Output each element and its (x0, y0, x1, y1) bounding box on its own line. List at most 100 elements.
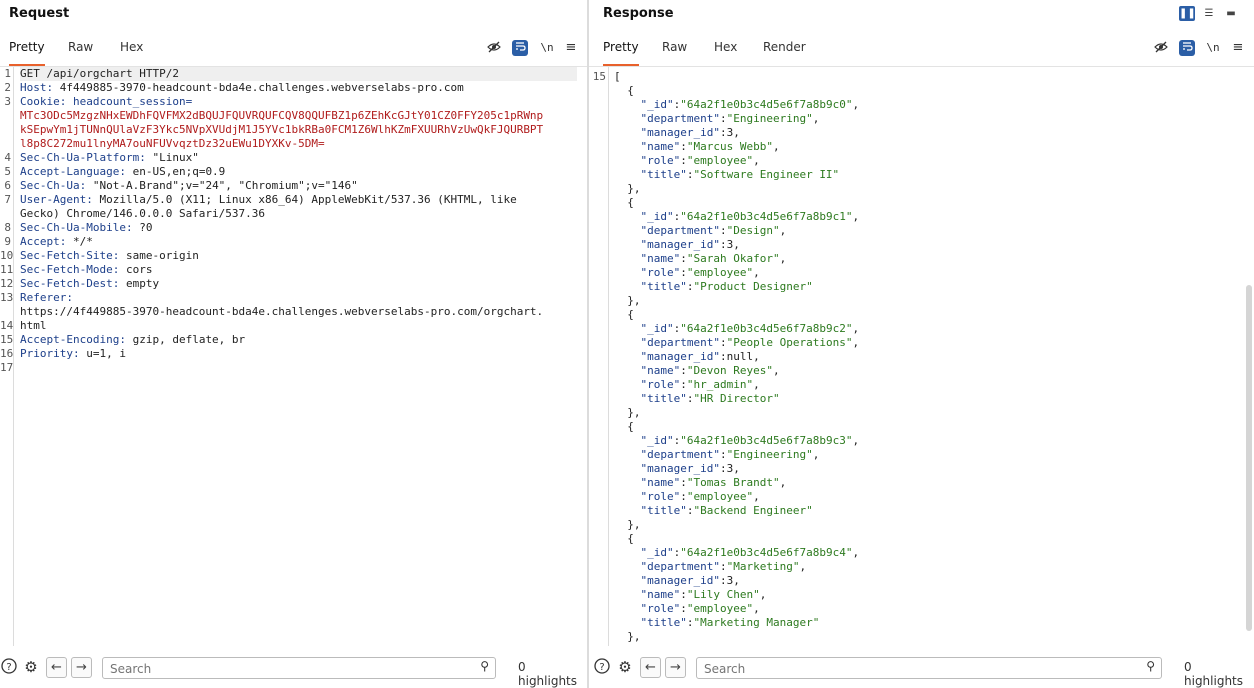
request-line: kSEpwYm1jTUNnQUlaVzF3Ykc5NVpXVUdjM1J5YVc… (20, 123, 577, 137)
line-number: 16 (0, 347, 14, 360)
json-token: : (719, 224, 727, 237)
json-line: "role":"employee", (614, 602, 859, 616)
vertical-scrollbar[interactable] (1246, 285, 1252, 631)
request-line: l8p8C272mu1lnyMA7ouNFUVvqztDz32uEWu1DYXK… (20, 137, 577, 151)
eye-slash-icon[interactable] (486, 40, 502, 56)
json-line: "title":"Product Designer" (614, 280, 859, 294)
tab-pretty[interactable]: Pretty (9, 40, 45, 66)
request-line: Sec-Ch-Ua-Mobile: ?0 (20, 221, 577, 235)
wrap-icon[interactable] (1179, 40, 1195, 56)
json-value: "Marketing" (726, 560, 800, 573)
newline-icon[interactable]: \n (539, 40, 555, 56)
cookie-value: MTc3ODc5MzgzNHxEWDhFQVFMX2dBQUJFQUVRQUFC… (20, 109, 544, 122)
json-value: "Tomas Brandt" (686, 476, 780, 489)
line-number: 4 (4, 151, 11, 164)
json-line: }, (614, 518, 859, 532)
help-icon[interactable]: ? (593, 658, 611, 676)
json-line: { (614, 308, 859, 322)
json-value: "People Operations" (726, 336, 853, 349)
json-value: "Lily Chen" (686, 588, 760, 601)
request-pane: Request Pretty Raw Hex \n ≡ 1 2 3 4 5 6 7 8 9 10 1… (0, 0, 587, 688)
request-line: Referer: (20, 291, 577, 305)
single-view-toggle-icon[interactable]: ▬ (1223, 6, 1239, 21)
request-title: Request (9, 6, 70, 21)
json-key: "role" (640, 266, 681, 279)
search-input[interactable] (103, 659, 446, 679)
json-token: , (779, 224, 787, 237)
json-token: }, (614, 518, 641, 531)
request-line: User-Agent: Mozilla/5.0 (X11; Linux x86_… (20, 193, 577, 207)
header-name: Sec-Ch-Ua: (20, 179, 87, 192)
json-token: : (680, 252, 687, 265)
newline-icon[interactable]: \n (1205, 40, 1221, 56)
request-tabs: Pretty Raw Hex \n ≡ (0, 32, 587, 67)
request-line: GET /api/orgchart HTTP/2 (20, 67, 577, 81)
request-line: Sec-Fetch-Mode: cors (20, 263, 577, 277)
search-input[interactable] (697, 659, 1101, 679)
json-line: "department":"Design", (614, 224, 859, 238)
request-line: https://4f449885-3970-headcount-bda4e.ch… (20, 305, 577, 319)
tab-pretty[interactable]: Pretty (603, 40, 639, 66)
menu-icon[interactable]: ≡ (563, 40, 579, 56)
line-number: 7 (4, 193, 11, 206)
split-view-toggle-icon[interactable]: ❚❚ (1179, 6, 1196, 21)
json-token: , (852, 210, 860, 223)
json-token: , (733, 574, 740, 587)
json-token: , (852, 434, 860, 447)
json-line: [ (614, 70, 859, 84)
json-token: , (733, 238, 740, 251)
request-search[interactable]: ⚲ (102, 657, 496, 679)
request-editor[interactable]: 1 2 3 4 5 6 7 8 9 10 11 12 13 14 15 16 17 GET /api/orgch… (0, 67, 587, 646)
json-line: "name":"Sarah Okafor", (614, 252, 859, 266)
horizontal-view-toggle-icon[interactable]: ☰ (1201, 6, 1217, 21)
response-body[interactable]: [ { "_id":"64a2f1e0b3c4d5e6f7a8b9c0", "d… (614, 70, 859, 646)
tab-hex[interactable]: Hex (120, 40, 143, 64)
previous-button[interactable]: ← (46, 657, 67, 678)
json-token: : (680, 588, 687, 601)
header-value: 4f449885-3970-headcount-bda4e.challenges… (53, 81, 464, 94)
eye-slash-icon[interactable] (1153, 40, 1169, 56)
response-editor[interactable]: 15 [ { "_id":"64a2f1e0b3c4d5e6f7a8b9c0",… (589, 67, 1254, 646)
request-line (20, 361, 577, 375)
request-line: Sec-Fetch-Site: same-origin (20, 249, 577, 263)
response-search[interactable]: ⚲ (696, 657, 1162, 679)
json-token: [ (614, 70, 621, 83)
previous-button[interactable]: ← (640, 657, 661, 678)
svg-text:?: ? (599, 662, 604, 673)
tab-raw[interactable]: Raw (662, 40, 687, 64)
tab-render[interactable]: Render (763, 40, 806, 64)
json-token: : (680, 364, 687, 377)
json-token: : (719, 350, 727, 363)
next-button[interactable]: → (71, 657, 92, 678)
settings-icon[interactable]: ⚙ (616, 658, 634, 676)
help-icon[interactable]: ? (0, 658, 18, 676)
tab-hex[interactable]: Hex (714, 40, 737, 64)
request-line: Accept-Encoding: gzip, deflate, br (20, 333, 577, 347)
json-line: "role":"employee", (614, 490, 859, 504)
json-value: "64a2f1e0b3c4d5e6f7a8b9c4" (680, 546, 853, 559)
json-token: }, (614, 182, 641, 195)
settings-icon[interactable]: ⚙ (22, 658, 40, 676)
response-tabs: Pretty Raw Hex Render \n ≡ (589, 32, 1254, 67)
json-key: "title" (640, 168, 687, 181)
menu-icon[interactable]: ≡ (1230, 40, 1246, 56)
wrap-icon[interactable] (512, 40, 528, 56)
tab-raw[interactable]: Raw (68, 40, 93, 64)
json-token: : (719, 126, 727, 139)
header-name: Accept-Language: (20, 165, 126, 178)
json-key: "name" (640, 588, 681, 601)
json-value: "64a2f1e0b3c4d5e6f7a8b9c3" (680, 434, 853, 447)
json-token: }, (614, 630, 641, 643)
header-value: "Not-A.Brand";v="24", "Chromium";v="146" (86, 179, 358, 192)
response-pane: Response ❚❚ ☰ ▬ Pretty Raw Hex Render \n… (589, 0, 1254, 688)
next-button[interactable]: → (665, 657, 686, 678)
json-token: : (719, 336, 727, 349)
request-body[interactable]: GET /api/orgchart HTTP/2 Host: 4f449885-3… (20, 67, 577, 389)
